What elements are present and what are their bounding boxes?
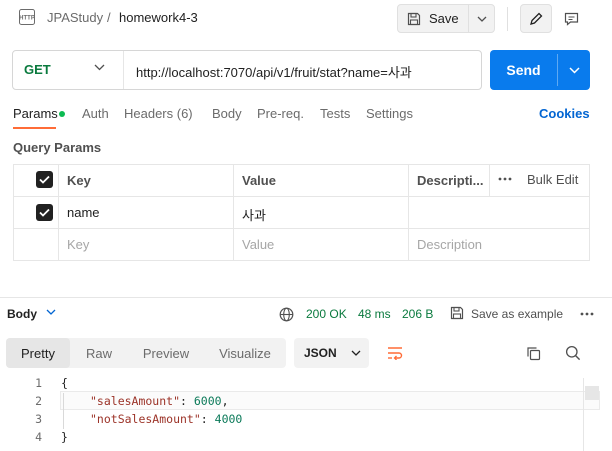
line-number: 4 — [35, 430, 42, 444]
tab-params[interactable]: Params — [13, 106, 58, 121]
tab-body[interactable]: Body — [212, 106, 242, 121]
active-tab-indicator — [13, 127, 56, 129]
json-value: 6000 — [193, 394, 222, 408]
tab-visualize[interactable]: Visualize — [206, 338, 284, 368]
new-param-value-input[interactable]: Value — [242, 237, 274, 252]
tab-preview[interactable]: Preview — [128, 338, 204, 368]
table-column-divider — [233, 164, 234, 261]
comments-button[interactable] — [555, 4, 587, 33]
method-select[interactable]: GET — [24, 62, 51, 77]
wrap-lines-button[interactable] — [381, 339, 409, 367]
param-enabled-checkbox[interactable] — [36, 204, 53, 221]
response-time[interactable]: 48 ms — [358, 307, 391, 321]
json-brace: { — [61, 376, 68, 390]
tab-headers[interactable]: Headers (6) — [124, 106, 193, 121]
url-divider — [123, 51, 124, 89]
param-value-cell[interactable]: 사과 — [242, 205, 266, 224]
status-code[interactable]: 200 OK — [306, 307, 347, 321]
code-line: "salesAmount": 6000, — [90, 394, 229, 408]
save-icon — [407, 12, 421, 26]
column-header-key: Key — [67, 173, 91, 188]
breadcrumb-collection[interactable]: JPAStudy — [47, 9, 103, 27]
save-button-group: Save — [397, 4, 495, 33]
send-dropdown-button[interactable] — [558, 50, 590, 90]
table-column-divider — [58, 164, 59, 261]
request-name[interactable]: homework4-3 — [119, 9, 198, 27]
editor-scrollbar[interactable] — [585, 386, 599, 400]
json-value: 4000 — [214, 412, 243, 426]
response-panel-divider — [0, 297, 612, 298]
chevron-down-icon — [477, 16, 487, 22]
comment-icon — [564, 12, 579, 26]
save-label: Save — [429, 11, 459, 26]
tab-pretty[interactable]: Pretty — [6, 338, 70, 368]
bulk-edit-link[interactable]: Bulk Edit — [527, 172, 578, 187]
url-input[interactable]: http://localhost:7070/api/v1/fruit/stat?… — [136, 62, 412, 81]
tab-auth[interactable]: Auth — [82, 106, 109, 121]
editor-scroll-track — [583, 378, 584, 451]
table-row-divider — [13, 228, 590, 229]
http-icon: HTTP — [19, 9, 35, 25]
response-section-select[interactable]: Body — [7, 307, 37, 321]
json-colon: : — [200, 412, 215, 426]
format-label: JSON — [304, 346, 337, 360]
new-param-key-input[interactable]: Key — [67, 237, 89, 252]
tab-tests[interactable]: Tests — [320, 106, 350, 121]
tab-settings[interactable]: Settings — [366, 106, 413, 121]
indent-guide — [63, 393, 64, 429]
column-header-description: Descripti... — [417, 173, 484, 188]
more-options-icon[interactable] — [580, 312, 594, 316]
save-dropdown-button[interactable] — [469, 5, 494, 32]
response-size[interactable]: 206 B — [402, 307, 433, 321]
chevron-down-icon[interactable] — [46, 309, 56, 315]
more-options-icon[interactable] — [498, 177, 512, 181]
code-line: } — [61, 430, 68, 444]
code-line: { — [61, 376, 68, 390]
json-comma: , — [221, 394, 229, 408]
param-key-cell[interactable]: name — [67, 205, 100, 220]
tab-pre-request[interactable]: Pre-req. — [257, 106, 304, 121]
params-active-dot — [59, 111, 65, 117]
line-number: 3 — [35, 412, 42, 426]
globe-icon[interactable] — [279, 307, 294, 322]
json-brace: } — [61, 430, 68, 444]
code-line: "notSalesAmount": 4000 — [90, 412, 242, 426]
column-header-value: Value — [242, 173, 276, 188]
send-button-group: Send — [490, 50, 590, 90]
edit-button[interactable] — [520, 4, 552, 33]
tab-raw[interactable]: Raw — [72, 338, 126, 368]
new-param-description-input[interactable]: Description — [417, 237, 482, 252]
copy-icon[interactable] — [526, 346, 541, 361]
send-button[interactable]: Send — [490, 50, 557, 90]
json-colon: : — [180, 394, 194, 408]
table-column-divider — [408, 164, 409, 261]
line-number: 2 — [35, 394, 42, 408]
chevron-down-icon[interactable] — [94, 64, 105, 71]
select-all-checkbox[interactable] — [36, 171, 53, 188]
save-icon — [450, 306, 464, 320]
svg-text:HTTP: HTTP — [19, 16, 35, 22]
save-button[interactable]: Save — [398, 5, 469, 32]
wrap-icon — [387, 346, 403, 360]
save-as-example-button[interactable]: Save as example — [471, 307, 563, 321]
json-key: "notSalesAmount" — [90, 412, 201, 426]
json-key: "salesAmount" — [90, 394, 181, 408]
chevron-down-icon — [568, 66, 580, 74]
breadcrumb-separator: / — [107, 10, 111, 25]
chevron-down-icon — [351, 350, 361, 356]
pencil-icon — [529, 12, 543, 26]
toolbar-divider — [507, 7, 508, 31]
line-number: 1 — [35, 376, 42, 390]
table-row-divider — [13, 196, 590, 197]
table-column-divider — [489, 164, 490, 196]
format-select[interactable]: JSON — [294, 338, 369, 368]
query-params-title: Query Params — [13, 140, 102, 155]
search-icon[interactable] — [565, 345, 581, 361]
cookies-link[interactable]: Cookies — [539, 106, 590, 121]
